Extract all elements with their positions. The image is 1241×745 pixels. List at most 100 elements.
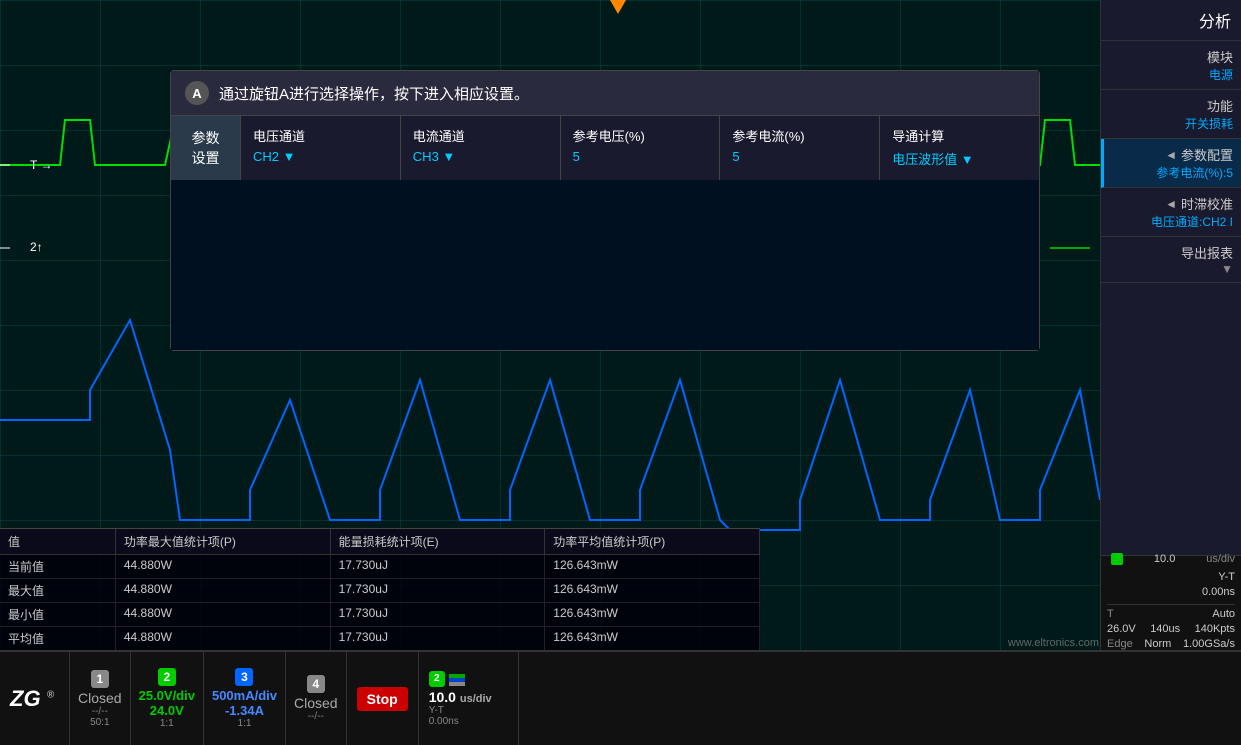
ch2-value: 24.0V (150, 703, 184, 718)
ch2-number: 2 (158, 668, 176, 686)
td-p-avg: 126.643mW (545, 579, 760, 602)
param-conduction-calc-title: 导通计算 (892, 126, 1027, 145)
bottom-bar: ZG ® 1 Closed --/-- 50:1 2 25.0V/div 24.… (0, 650, 1241, 745)
info-ch2-div: 10.0 (1154, 553, 1175, 568)
param-current-channel-title: 电流通道 (413, 126, 548, 145)
td-e-loss: 17.730uJ (331, 555, 546, 578)
logo-text: ZG ® (10, 686, 54, 712)
sidebar-label-time-calibrate: 时滞校准 (1181, 194, 1233, 213)
sidebar-sub-module: 电源 (1109, 66, 1233, 83)
col-p-avg: 功率平均值统计项(P) (545, 529, 760, 554)
info-t-key: T (1107, 608, 1114, 620)
dialog-icon: A (185, 81, 209, 105)
param-ref-current-title: 参考电流(%) (732, 126, 867, 145)
sidebar-label-export: 导出报表 (1109, 243, 1233, 262)
table-row: 当前值 44.880W 17.730uJ 126.643mW (0, 555, 760, 579)
info-row-offset: 0.00ns (1107, 586, 1235, 598)
info-edge-key: Edge (1107, 638, 1133, 650)
sidebar-sub-export: ▼ (1109, 262, 1233, 276)
ch4-status: Closed (294, 695, 338, 711)
info-row-ch2: 10.0 us/div (1107, 553, 1235, 568)
tb-offset: 0.00ns (429, 716, 508, 727)
param-current-channel[interactable]: 电流通道 CH3 ▼ (401, 116, 561, 180)
info-mode-val: Y-T (1218, 571, 1235, 583)
info-t-auto: Auto (1212, 608, 1235, 620)
sidebar-item-function[interactable]: 功能 开关损耗 (1101, 90, 1241, 139)
param-ref-current[interactable]: 参考电流(%) 5 (720, 116, 880, 180)
sidebar-item-module[interactable]: 模块 电源 (1101, 41, 1241, 90)
two-marker: 2↑ (30, 240, 43, 254)
td-p-max: 44.880W (116, 627, 331, 650)
ch3-value: -1.34A (225, 703, 264, 718)
tb-mode: Y-T (429, 705, 508, 716)
logo-area: ZG ® (0, 652, 70, 745)
tb-div-display: 10.0 us/div (429, 689, 508, 705)
channel-3-block[interactable]: 3 500mA/div -1.34A 1:1 (204, 652, 286, 745)
ch1-status: Closed (78, 690, 122, 706)
data-table: 值 功率最大值统计项(P) 能量损耗统计项(E) 功率平均值统计项(P) 当前值… (0, 528, 760, 650)
ch1-number: 1 (91, 670, 109, 688)
td-p-avg: 126.643mW (545, 627, 760, 650)
td-label: 当前值 (0, 555, 116, 578)
param-ref-voltage[interactable]: 参考电压(%) 5 (561, 116, 721, 180)
param-voltage-channel[interactable]: 电压通道 CH2 ▼ (241, 116, 401, 180)
table-row: 最小值 44.880W 17.730uJ 126.643mW (0, 603, 760, 627)
info-gsa: 1.00GSa/s (1183, 638, 1235, 650)
dialog-header: A 通过旋钮A进行选择操作，按下进入相应设置。 (171, 71, 1039, 116)
param-conduction-calc[interactable]: 导通计算 电压波形值 ▼ (880, 116, 1039, 180)
tb-ch2-indicator: 2 (429, 671, 445, 687)
info-kpts: 140Kpts (1195, 623, 1235, 635)
timebase-area: 2 10.0 us/div Y-T 0.00ns (419, 652, 519, 745)
param-conduction-calc-value: 电压波形值 ▼ (892, 149, 1027, 168)
info-t-val: 140us (1150, 623, 1180, 635)
logo-registered: ® (47, 689, 54, 700)
ch2-div: 25.0V/div (139, 688, 195, 703)
info-offset-val: 0.00ns (1202, 586, 1235, 598)
info-ch2-key (1107, 553, 1123, 568)
col-p-max: 功率最大值统计项(P) (116, 529, 331, 554)
dialog-title: 通过旋钮A进行选择操作，按下进入相应设置。 (219, 83, 529, 104)
sidebar-item-export[interactable]: 导出报表 ▼ (1101, 237, 1241, 283)
param-cols: 电压通道 CH2 ▼ 电流通道 CH3 ▼ 参考电压(%) 5 参考电流(%) … (241, 116, 1039, 180)
tb-channel-bars (449, 674, 465, 686)
watermark: www.eltronics.com (1008, 637, 1099, 649)
info-norm: Norm (1144, 638, 1171, 650)
td-label: 平均值 (0, 627, 116, 650)
channel-1-block[interactable]: 1 Closed --/-- 50:1 (70, 652, 131, 745)
td-e-loss: 17.730uJ (331, 603, 546, 626)
param-config-arrow: ◄ (1165, 148, 1177, 162)
stop-button[interactable]: Stop (357, 687, 408, 711)
channel-2-block[interactable]: 2 25.0V/div 24.0V 1:1 (131, 652, 204, 745)
sidebar-item-time-calibrate[interactable]: ◄ 时滞校准 电压通道:CH2 I (1101, 188, 1241, 237)
right-panel-title: 分析 (1101, 0, 1241, 41)
info-div-unit: us/div (1206, 553, 1235, 568)
sidebar-label-param-config: 参数配置 (1181, 145, 1233, 164)
td-label: 最小值 (0, 603, 116, 626)
param-voltage-channel-value: CH2 ▼ (253, 149, 388, 164)
param-ref-current-value: 5 (732, 149, 867, 164)
oscilloscope-display: T → 2↑ 3↑ 值 功率最大值统计项(P) 能量损耗统计项(E) 功率平均值… (0, 0, 1100, 650)
sidebar-label-function: 功能 (1109, 96, 1233, 115)
td-p-avg: 126.643mW (545, 603, 760, 626)
td-p-max: 44.880W (116, 555, 331, 578)
trigger-marker (610, 0, 626, 14)
table-row: 平均值 44.880W 17.730uJ 126.643mW (0, 627, 760, 650)
control-area[interactable]: Stop (347, 652, 419, 745)
sidebar-item-param-config[interactable]: ◄ 参数配置 参考电流(%):5 (1101, 139, 1241, 188)
td-p-max: 44.880W (116, 603, 331, 626)
sidebar-label-module: 模块 (1109, 47, 1233, 66)
ch4-number: 4 (307, 675, 325, 693)
time-calibrate-arrow: ◄ (1165, 197, 1177, 211)
td-e-loss: 17.730uJ (331, 579, 546, 602)
table-header: 值 功率最大值统计项(P) 能量损耗统计项(E) 功率平均值统计项(P) (0, 529, 760, 555)
param-dialog[interactable]: A 通过旋钮A进行选择操作，按下进入相应设置。 参数设置 电压通道 CH2 ▼ … (170, 70, 1040, 351)
col-e-loss: 能量损耗统计项(E) (331, 529, 546, 554)
td-p-avg: 126.643mW (545, 555, 760, 578)
ch2-ratio: 1:1 (160, 718, 174, 729)
t-marker: T → (30, 158, 52, 172)
ch3-ratio: 1:1 (238, 718, 252, 729)
sidebar-sub-param-config: 参考电流(%):5 (1112, 164, 1233, 181)
ch1-sub: --/-- (92, 706, 108, 717)
channel-4-block[interactable]: 4 Closed --/-- (286, 652, 347, 745)
param-current-channel-value: CH3 ▼ (413, 149, 548, 164)
